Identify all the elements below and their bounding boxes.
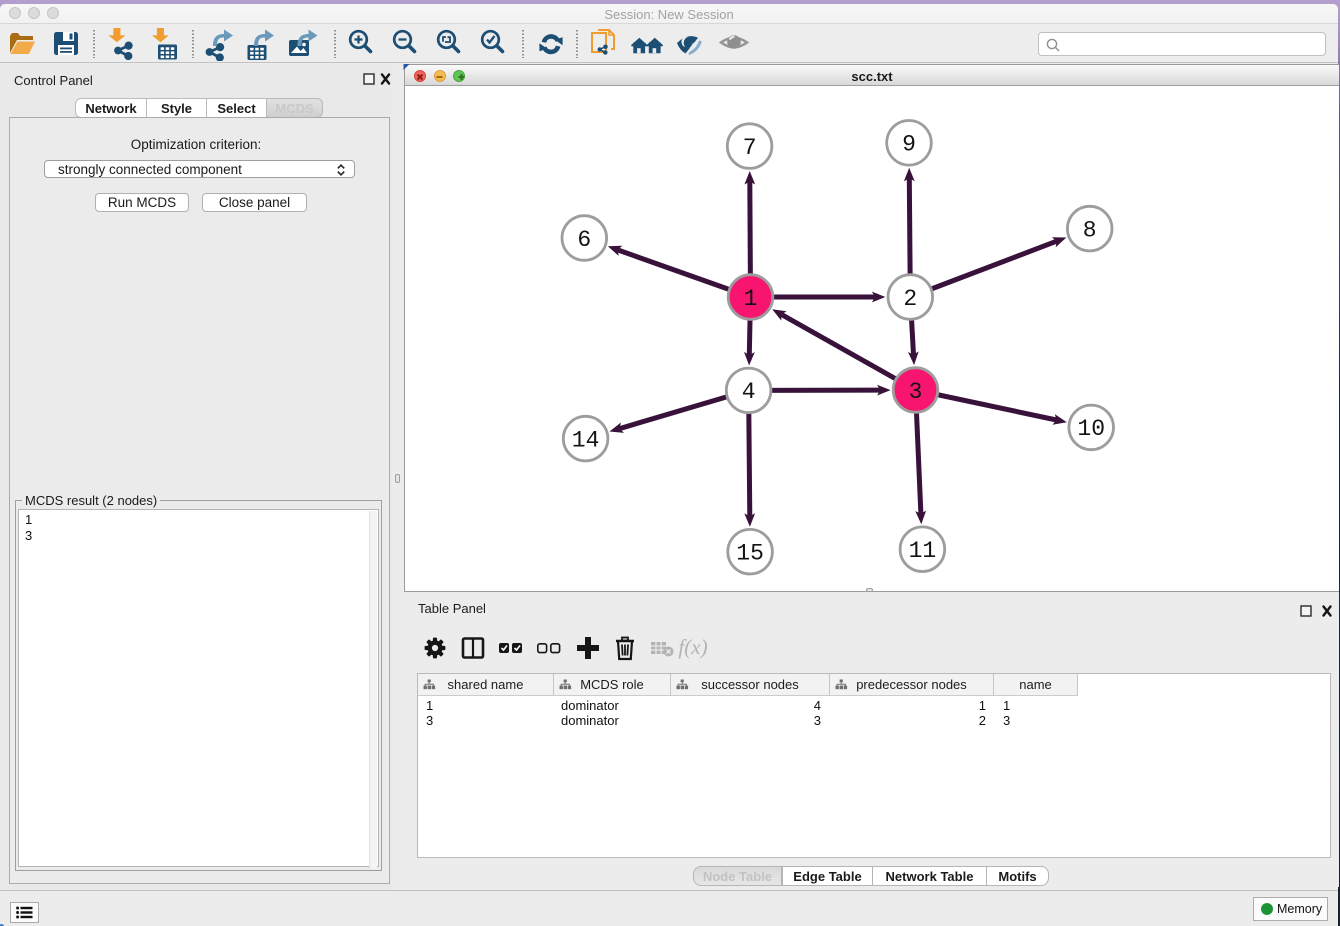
svg-text:6: 6 [577, 227, 591, 253]
svg-text:9: 9 [902, 132, 916, 158]
svg-text:11: 11 [909, 538, 937, 564]
svg-text:1: 1 [744, 286, 758, 312]
svg-text:4: 4 [742, 379, 756, 405]
svg-text:14: 14 [572, 427, 600, 453]
svg-text:15: 15 [736, 541, 764, 567]
svg-text:7: 7 [743, 135, 757, 161]
svg-text:8: 8 [1083, 217, 1097, 243]
svg-text:3: 3 [909, 379, 923, 405]
svg-text:f(x): f(x) [678, 635, 707, 659]
svg-text:2: 2 [903, 286, 917, 312]
svg-text:10: 10 [1077, 416, 1105, 442]
